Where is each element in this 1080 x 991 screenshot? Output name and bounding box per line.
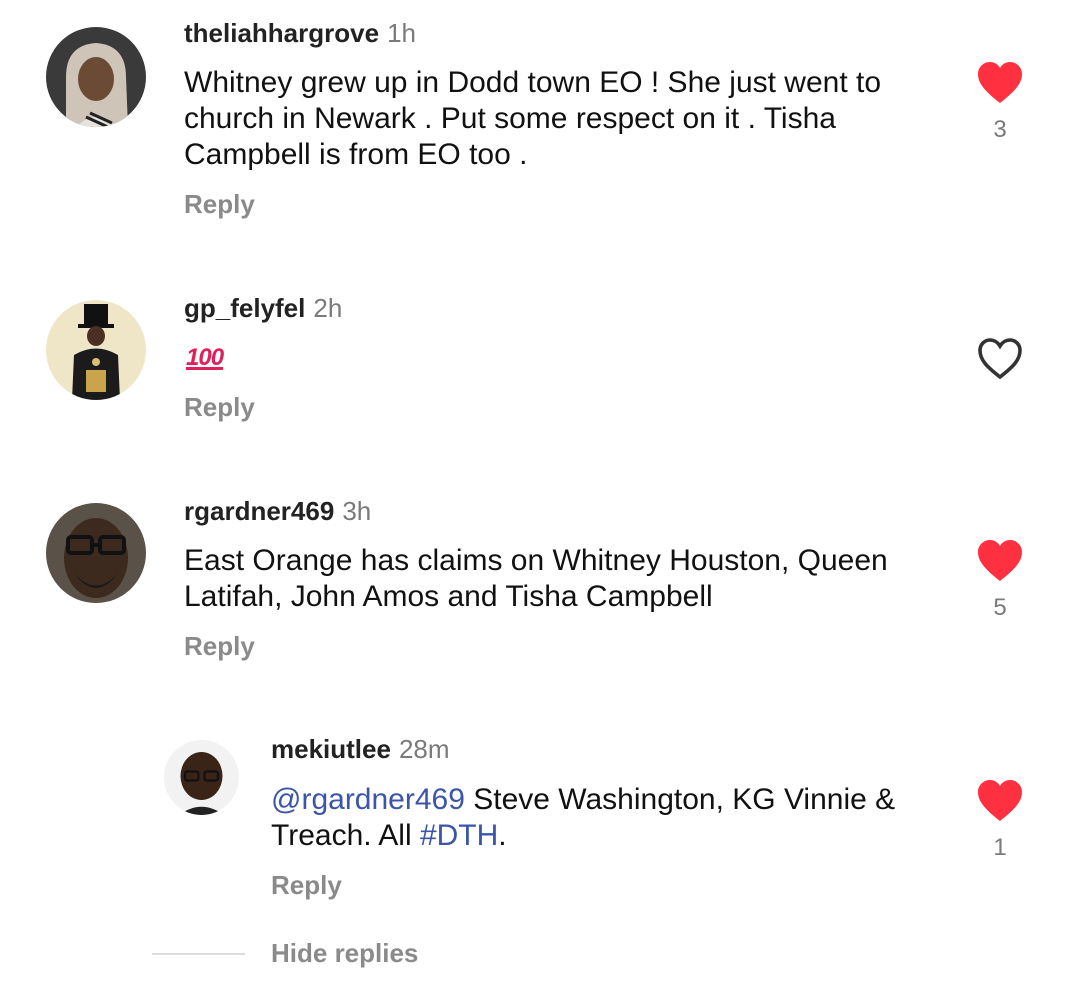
mention-link[interactable]: @rgardner469	[271, 783, 465, 816]
like-count: 5	[993, 594, 1007, 621]
timestamp: 2h	[313, 293, 343, 323]
like-button[interactable]: 1	[970, 778, 1030, 862]
reply-button[interactable]: Reply	[271, 870, 342, 901]
heart-filled-icon	[978, 780, 1022, 821]
reply-button[interactable]: Reply	[184, 631, 255, 662]
username[interactable]: gp_felyfel	[184, 293, 305, 323]
comment-meta: rgardner469 3h	[184, 496, 371, 526]
hashtag-link[interactable]: #DTH	[420, 819, 498, 852]
username[interactable]: theliahhargrove	[184, 18, 379, 48]
comment-text: East Orange has claims on Whitney Housto…	[184, 544, 888, 613]
comment-meta: mekiutlee 28m	[271, 734, 450, 764]
like-button[interactable]: 3	[970, 60, 1030, 144]
heart-outline-icon	[978, 338, 1022, 380]
like-count: 1	[993, 834, 1007, 861]
comment-text-part: .	[498, 819, 507, 852]
username[interactable]: mekiutlee	[271, 734, 391, 764]
timestamp: 1h	[387, 18, 416, 48]
comment-text: Whitney grew up in Dodd town EO ! She ju…	[184, 66, 882, 171]
like-count: 3	[993, 116, 1007, 143]
reply-button[interactable]: Reply	[184, 189, 255, 220]
username[interactable]: rgardner469	[184, 496, 334, 526]
like-button[interactable]	[970, 336, 1030, 380]
reply-button[interactable]: Reply	[184, 392, 255, 423]
avatar[interactable]	[46, 503, 146, 603]
like-button[interactable]: 5	[970, 538, 1030, 622]
comment-meta: gp_felyfel 2h	[184, 293, 342, 323]
avatar[interactable]	[46, 300, 146, 400]
timestamp: 28m	[398, 734, 450, 764]
comment-text: @rgardner469 Steve Washington, KG Vinnie…	[271, 782, 951, 854]
hundred-points-icon: 100	[186, 344, 224, 371]
hide-replies-button[interactable]: Hide replies	[271, 938, 418, 969]
avatar[interactable]	[164, 740, 239, 815]
avatar[interactable]	[46, 27, 146, 127]
heart-filled-icon	[978, 540, 1022, 581]
heart-filled-icon	[978, 62, 1022, 103]
comment-text: 100	[186, 338, 946, 376]
divider	[152, 953, 245, 955]
timestamp: 3h	[342, 496, 372, 526]
comment-meta: theliahhargrove 1h	[184, 18, 416, 48]
